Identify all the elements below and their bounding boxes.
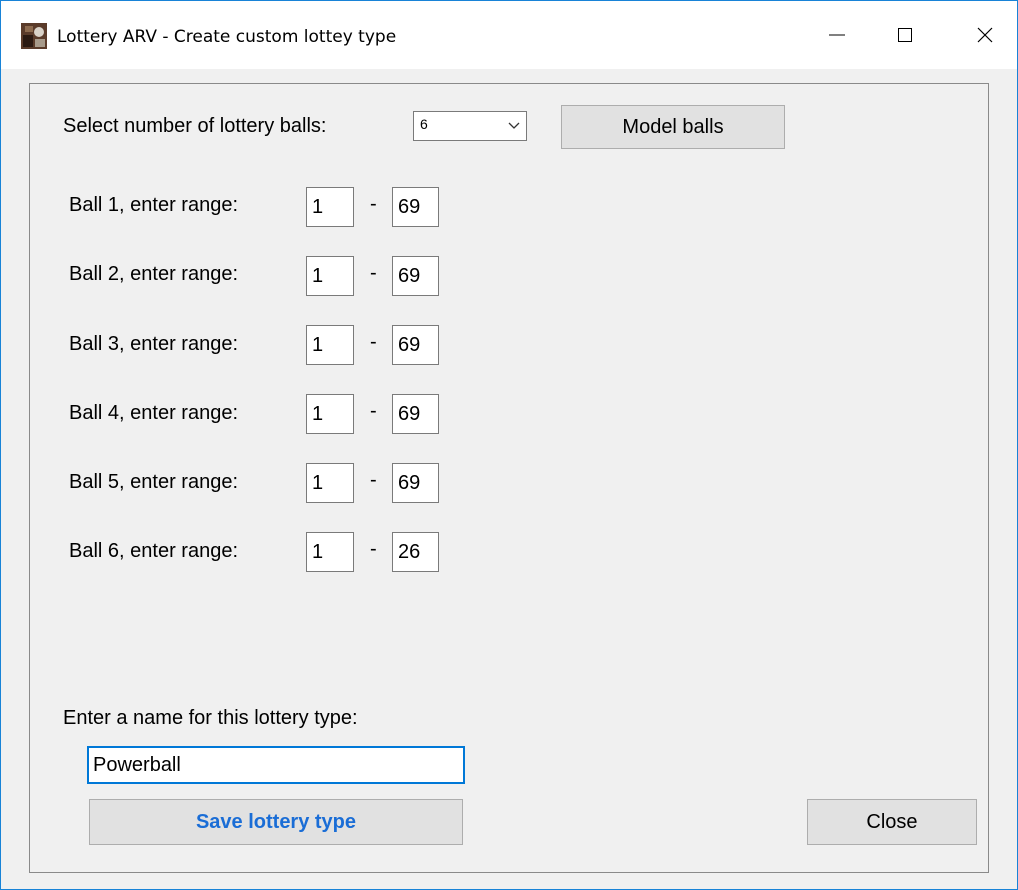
maximize-icon xyxy=(898,28,912,42)
ball-3-separator: - xyxy=(370,331,377,353)
ball-3-max-input[interactable]: 69 xyxy=(392,325,439,365)
title-bar[interactable]: Lottery ARV - Create custom lottey type xyxy=(1,1,1017,69)
ball-4-separator: - xyxy=(370,400,377,422)
ball-3-min-input[interactable]: 1 xyxy=(306,325,354,365)
ball-1-min-input[interactable]: 1 xyxy=(306,187,354,227)
ball-2-max-input[interactable]: 69 xyxy=(392,256,439,296)
ball-count-dropdown[interactable]: 6 xyxy=(413,111,527,141)
ball-1-separator: - xyxy=(370,193,377,215)
ball-5-min-input[interactable]: 1 xyxy=(306,463,354,503)
ball-6-label: Ball 6, enter range: xyxy=(69,540,238,562)
ball-4-label: Ball 4, enter range: xyxy=(69,402,238,424)
close-window-button[interactable] xyxy=(953,1,1017,69)
lottery-name-input[interactable]: Powerball xyxy=(87,746,465,784)
close-icon xyxy=(977,27,993,43)
window-title: Lottery ARV - Create custom lottey type xyxy=(57,27,397,47)
ball-1-label: Ball 1, enter range: xyxy=(69,194,238,216)
ball-3-label: Ball 3, enter range: xyxy=(69,333,238,355)
ball-1-max-input[interactable]: 69 xyxy=(392,187,439,227)
chevron-down-icon xyxy=(508,122,520,129)
ball-6-min-input[interactable]: 1 xyxy=(306,532,354,572)
ball-6-max-input[interactable]: 26 xyxy=(392,532,439,572)
model-balls-button[interactable]: Model balls xyxy=(561,105,785,149)
save-lottery-type-button[interactable]: Save lottery type xyxy=(89,799,463,845)
minimize-button[interactable] xyxy=(805,1,869,69)
ball-6-separator: - xyxy=(370,538,377,560)
app-icon xyxy=(21,23,47,49)
ball-5-label: Ball 5, enter range: xyxy=(69,471,238,493)
lottery-name-label: Enter a name for this lottery type: xyxy=(63,707,358,729)
close-button[interactable]: Close xyxy=(807,799,977,845)
ball-5-separator: - xyxy=(370,469,377,491)
ball-2-label: Ball 2, enter range: xyxy=(69,263,238,285)
maximize-button[interactable] xyxy=(873,1,937,69)
ball-2-min-input[interactable]: 1 xyxy=(306,256,354,296)
ball-2-separator: - xyxy=(370,262,377,284)
ball-4-max-input[interactable]: 69 xyxy=(392,394,439,434)
minimize-icon xyxy=(829,34,845,36)
ball-4-min-input[interactable]: 1 xyxy=(306,394,354,434)
ball-5-max-input[interactable]: 69 xyxy=(392,463,439,503)
ball-count-label: Select number of lottery balls: xyxy=(63,115,327,137)
ball-count-value: 6 xyxy=(420,116,428,132)
dialog-window: Lottery ARV - Create custom lottey type … xyxy=(0,0,1018,890)
